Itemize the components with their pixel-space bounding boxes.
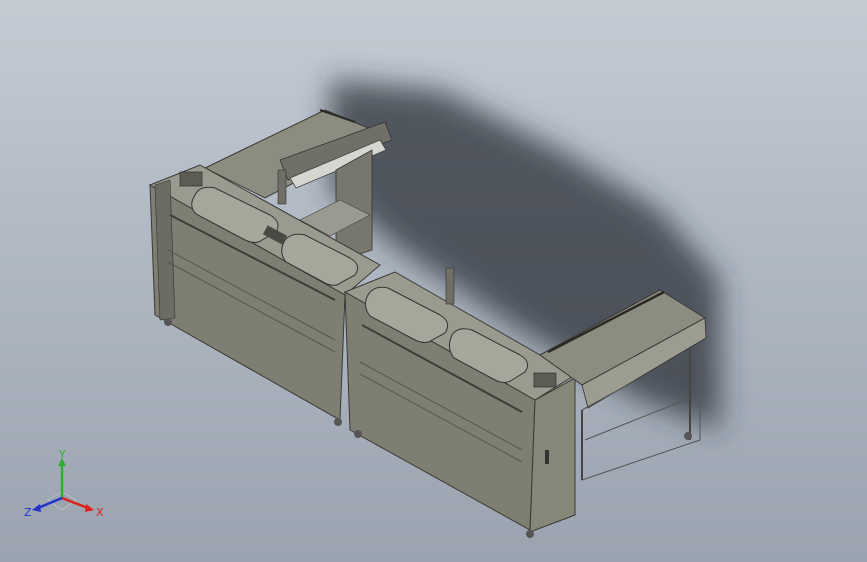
signal-tower-icon-2 xyxy=(445,267,455,305)
cabinet-handle-icon[interactable] xyxy=(545,450,549,464)
assembly-model-view[interactable] xyxy=(0,0,867,562)
coordinate-triad-icon: Y X Z xyxy=(24,448,104,519)
control-panel-icon-2[interactable] xyxy=(533,372,557,388)
y-axis-label: Y xyxy=(58,448,66,461)
control-panel-icon[interactable] xyxy=(179,171,203,187)
x-axis-label: X xyxy=(96,506,104,519)
z-axis-label: Z xyxy=(24,506,32,519)
cad-viewport[interactable]: Y X Z xyxy=(0,0,867,562)
signal-tower-icon xyxy=(277,169,287,205)
